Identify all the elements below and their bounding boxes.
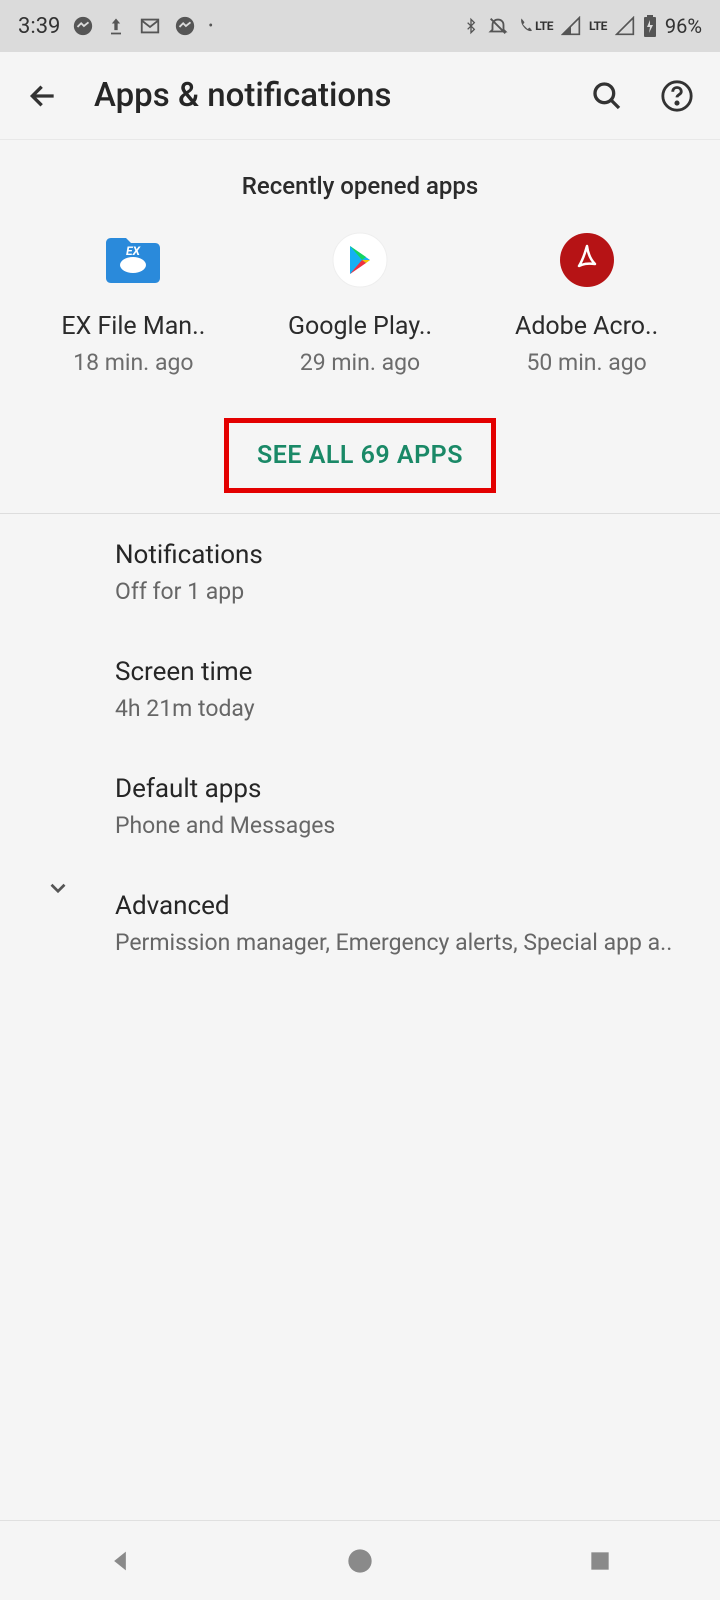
row-advanced[interactable]: Advanced Permission manager, Emergency a… [0,865,720,982]
app-time-label: 50 min. ago [526,349,646,376]
app-time-label: 18 min. ago [73,349,193,376]
adobe-acrobat-icon [555,228,619,292]
recent-app-google-play[interactable]: Google Play.. 29 min. ago [260,228,460,376]
status-right: LTE LTE 96% [463,14,702,38]
row-title: Advanced [115,891,720,921]
nav-back-button[interactable] [102,1543,138,1579]
ex-file-icon: EX [101,228,165,292]
messenger-icon [72,15,94,37]
row-title: Notifications [115,540,720,570]
row-subtitle: Permission manager, Emergency alerts, Sp… [115,929,675,956]
recent-heading: Recently opened apps [0,140,720,228]
see-all-apps-button[interactable]: SEE ALL 69 APPS [224,418,496,493]
app-name-label: Google Play.. [288,312,432,341]
row-subtitle: Off for 1 app [115,578,675,605]
bluetooth-icon [463,15,479,37]
volte-icon: LTE [517,17,553,35]
app-name-label: EX File Man.. [61,312,205,341]
nav-home-button[interactable] [342,1543,378,1579]
row-subtitle: 4h 21m today [115,695,675,722]
dnd-icon [487,15,509,37]
app-time-label: 29 min. ago [300,349,420,376]
help-button[interactable] [658,77,696,115]
navigation-bar [0,1520,720,1600]
recent-app-adobe-acrobat[interactable]: Adobe Acro.. 50 min. ago [487,228,687,376]
gmail-icon [138,15,162,37]
upload-icon [106,15,126,37]
back-button[interactable] [24,77,62,115]
signal-icon-2 [615,16,635,36]
settings-list: Notifications Off for 1 app Screen time … [0,514,720,982]
status-bar: 3:39 • LTE LTE [0,0,720,52]
battery-percent: 96% [665,14,702,38]
page-title: Apps & notifications [94,76,556,115]
recent-app-ex-file[interactable]: EX EX File Man.. 18 min. ago [33,228,233,376]
row-notifications[interactable]: Notifications Off for 1 app [0,514,720,631]
recent-section: Recently opened apps EX EX File Man.. 18… [0,140,720,514]
status-time: 3:39 [18,14,60,39]
row-default-apps[interactable]: Default apps Phone and Messages [0,748,720,865]
signal-icon-1 [561,16,581,36]
battery-icon [643,15,657,37]
row-title: Screen time [115,657,720,687]
row-title: Default apps [115,774,720,804]
app-name-label: Adobe Acro.. [515,312,658,341]
lte-label: LTE [589,19,607,33]
messenger-icon-2 [174,15,196,37]
search-button[interactable] [588,77,626,115]
row-screen-time[interactable]: Screen time 4h 21m today [0,631,720,748]
see-all-wrap: SEE ALL 69 APPS [0,406,720,514]
app-bar: Apps & notifications [0,52,720,140]
google-play-icon [328,228,392,292]
row-subtitle: Phone and Messages [115,812,675,839]
recent-apps-row: EX EX File Man.. 18 min. ago Google Play… [0,228,720,406]
chevron-down-icon [0,865,115,901]
dot-icon: • [208,18,213,34]
svg-text:EX: EX [126,244,142,258]
nav-recents-button[interactable] [582,1543,618,1579]
status-left: 3:39 • [18,14,213,39]
